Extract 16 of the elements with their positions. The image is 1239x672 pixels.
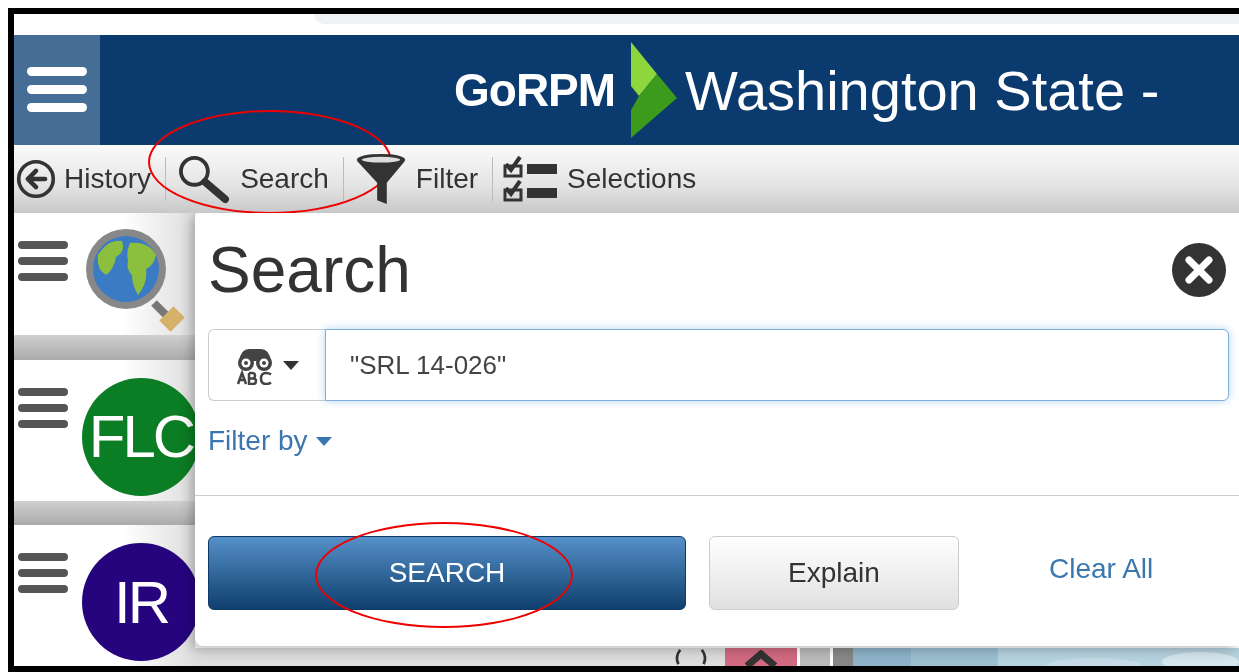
list-item[interactable]: IR <box>14 525 195 666</box>
avatar-badge: FLC <box>82 377 195 496</box>
list-item[interactable]: FLC <box>14 359 195 501</box>
clear-all-link[interactable]: Clear All <box>1049 553 1154 585</box>
toolbar-button[interactable]: Selections <box>501 154 703 204</box>
toolbar-button[interactable]: Filter <box>351 152 485 206</box>
dialog-title: Search <box>208 233 411 307</box>
filter-link[interactable]: Filter by <box>208 425 332 457</box>
explain-button[interactable]: Explain <box>709 536 959 610</box>
search-button[interactable]: SEARCH <box>208 536 686 610</box>
search-field[interactable]: "SRL 14-026" <box>325 329 1229 401</box>
toolbar-button[interactable]: History <box>14 159 158 199</box>
toolbar-button[interactable]: Search <box>174 154 335 204</box>
logo-text: GoRPM <box>454 63 616 117</box>
app-title: Washington State - <box>685 57 1160 123</box>
avatar-badge: IR <box>82 543 195 662</box>
